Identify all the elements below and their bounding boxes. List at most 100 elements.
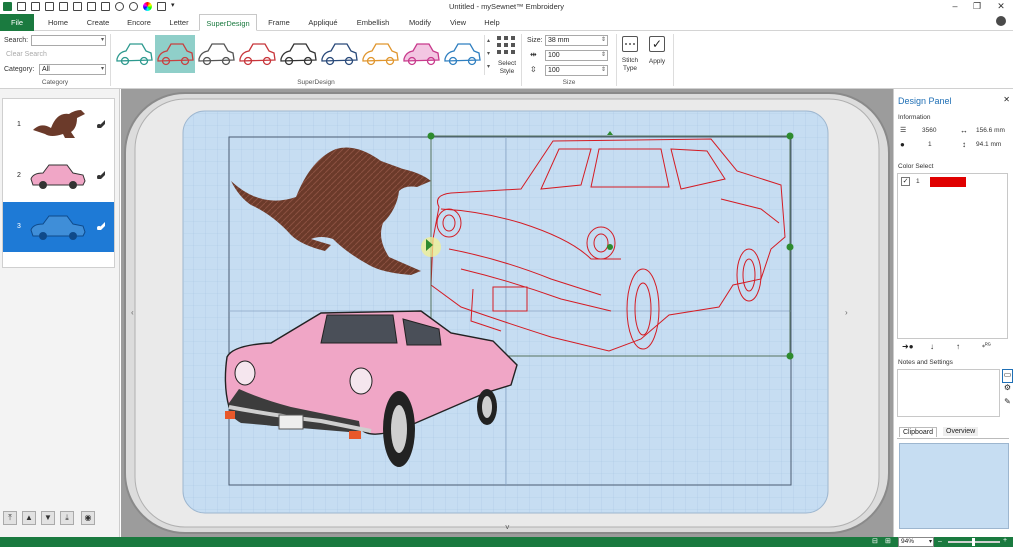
account-icon[interactable]: [996, 16, 1006, 26]
layer-item-blue-car[interactable]: 3: [3, 202, 114, 252]
zoom-out-icon[interactable]: –: [938, 538, 942, 545]
layers-panel: 1 2 3 ⤒ ▲ ▼ ⤓ ◉: [0, 89, 120, 537]
superdesign-thumb-race-car-red[interactable]: [237, 35, 277, 73]
superdesign-thumb-vw-bus-pink[interactable]: [401, 35, 441, 73]
layer-settings-icon[interactable]: [96, 221, 106, 231]
color-swatch[interactable]: [930, 177, 966, 187]
notes-tools: ▭ ⚙ ✎: [1002, 369, 1013, 417]
ribbon-tab-bar: File Home Create Encore Letter SuperDesi…: [0, 14, 1013, 31]
information-label: Information: [898, 114, 931, 121]
design-canvas[interactable]: ‹ › ˅: [121, 89, 893, 537]
tab-file[interactable]: File: [0, 14, 34, 31]
layer-list: 1 2 3: [2, 98, 115, 268]
layer-settings-icon[interactable]: [96, 119, 106, 129]
zoom-level[interactable]: 94% ▾: [898, 537, 934, 547]
superdesign-thumb-vw-beetle[interactable]: [114, 35, 154, 73]
tab-applique[interactable]: Appliqué: [302, 14, 344, 31]
stitch-count: 3560: [922, 127, 937, 134]
clear-search-button[interactable]: Clear Search: [6, 51, 47, 58]
stitch-type-label[interactable]: Stitch Type: [617, 57, 643, 73]
tab-encore[interactable]: Encore: [120, 14, 158, 31]
superdesign-thumb-jeep-navy[interactable]: [319, 35, 359, 73]
move-to-top-icon[interactable]: ⤒: [3, 511, 17, 525]
hoop-workspace: ‹ › ˅: [124, 92, 890, 534]
edit-pencil-icon[interactable]: ✎: [1002, 397, 1013, 411]
tab-modify[interactable]: Modify: [402, 14, 438, 31]
svg-text:›: ›: [845, 308, 848, 317]
stitch-type-icon[interactable]: [622, 36, 638, 52]
superdesign-thumb-classic-car-black[interactable]: [278, 35, 318, 73]
color-down-icon[interactable]: ↓: [930, 342, 934, 351]
tab-help[interactable]: Help: [478, 14, 506, 31]
layer-number: 2: [17, 172, 21, 179]
superdesign-thumb-cadillac-red[interactable]: [155, 35, 195, 73]
minimize-icon[interactable]: –: [946, 1, 964, 11]
size-input[interactable]: 38 mm ⇕: [545, 35, 608, 46]
move-to-bottom-icon[interactable]: ⤓: [60, 511, 74, 525]
layer-number: 3: [17, 223, 21, 230]
tab-view[interactable]: View: [444, 14, 472, 31]
color-number: 1: [916, 178, 920, 185]
size-group-label: Size: [562, 79, 576, 86]
clipboard-area[interactable]: [899, 443, 1009, 529]
svg-text:˅: ˅: [505, 523, 510, 532]
panel-close-icon[interactable]: ✕: [1003, 95, 1010, 104]
search-input[interactable]: ▾: [31, 35, 106, 46]
restore-icon[interactable]: ❐: [968, 1, 986, 12]
tab-overview[interactable]: Overview: [943, 427, 979, 436]
category-label: Category:: [4, 66, 35, 73]
width-icon: ↔: [960, 126, 968, 135]
apply-icon[interactable]: ✓: [649, 36, 665, 52]
zoom-slider-thumb[interactable]: [972, 538, 975, 546]
merge-color-icon[interactable]: ➜●: [902, 342, 914, 351]
tab-home[interactable]: Home: [40, 14, 76, 31]
select-style-icon[interactable]: [496, 35, 516, 55]
design-panel: Design Panel ✕ Information ☰ 3560 ↔ 156.…: [893, 89, 1013, 537]
zoom-slider[interactable]: [948, 538, 1000, 546]
move-down-icon[interactable]: ▼: [41, 511, 55, 525]
svg-text:‹: ‹: [131, 308, 134, 317]
superdesign-thumb-sports-car-grey[interactable]: [196, 35, 236, 73]
gallery-scroll[interactable]: ▴ ▾ ▾: [484, 35, 492, 75]
color-tools: ➜● ↓ ↑ ⁎ᴿᴳ: [898, 342, 1008, 354]
color-options-icon[interactable]: ⁎ᴿᴳ: [982, 342, 991, 349]
clipboard-tabs: Clipboard Overview: [897, 425, 1009, 439]
layer-tools: ⤒ ▲ ▼ ⤓ ◉: [3, 511, 113, 527]
tab-letter[interactable]: Letter: [162, 14, 196, 31]
color-checkbox[interactable]: ✓: [901, 177, 910, 186]
tab-superdesign[interactable]: SuperDesign: [199, 14, 257, 31]
zoom-fit-icon[interactable]: ⊟: [872, 537, 878, 545]
stitch-count-icon: ☰: [900, 127, 907, 134]
design-panel-title: Design Panel: [898, 96, 952, 106]
color-up-icon[interactable]: ↑: [956, 342, 960, 351]
apply-label[interactable]: Apply: [645, 58, 669, 65]
layer-settings-icon[interactable]: [96, 170, 106, 180]
tab-create[interactable]: Create: [80, 14, 116, 31]
superdesign-thumb-sedan-blue[interactable]: [442, 35, 482, 73]
height-scale-input[interactable]: 100 ⇕: [545, 65, 608, 76]
move-up-icon[interactable]: ▲: [22, 511, 36, 525]
settings-gear-icon[interactable]: ⚙: [1002, 383, 1013, 397]
tab-frame[interactable]: Frame: [262, 14, 296, 31]
layer-item-kangaroo[interactable]: 1: [3, 100, 114, 150]
layer-item-pink-cadillac[interactable]: 2: [3, 151, 114, 201]
select-style-label[interactable]: Select Style: [494, 60, 520, 76]
width-scale-input[interactable]: 100 ⇕: [545, 50, 608, 61]
tab-embellish[interactable]: Embellish: [350, 14, 396, 31]
height-scale-icon: ⇳: [530, 65, 537, 74]
category-select[interactable]: All ▾: [39, 64, 106, 75]
title-bar: ▾ Untitled - mySewnet™ Embroidery – ❐ ✕: [0, 0, 1013, 14]
camera-icon[interactable]: ◉: [81, 511, 95, 525]
zoom-in-icon[interactable]: +: [1003, 537, 1007, 544]
status-bar: ⊟ ⊞ 94% ▾ – +: [0, 537, 1013, 547]
blue-car-thumbnail-icon: [30, 215, 86, 240]
close-icon[interactable]: ✕: [992, 1, 1010, 12]
notes-icon[interactable]: ▭: [1002, 369, 1013, 383]
zoom-box-icon[interactable]: ⊞: [885, 537, 891, 545]
notes-area[interactable]: [897, 369, 1000, 417]
superdesign-thumb-roadster-orange[interactable]: [360, 35, 400, 73]
design-width: 156.6 mm: [976, 127, 1005, 134]
pink-car-thumbnail-icon: [30, 164, 86, 189]
layer-number: 1: [17, 121, 21, 128]
tab-clipboard[interactable]: Clipboard: [899, 427, 937, 437]
